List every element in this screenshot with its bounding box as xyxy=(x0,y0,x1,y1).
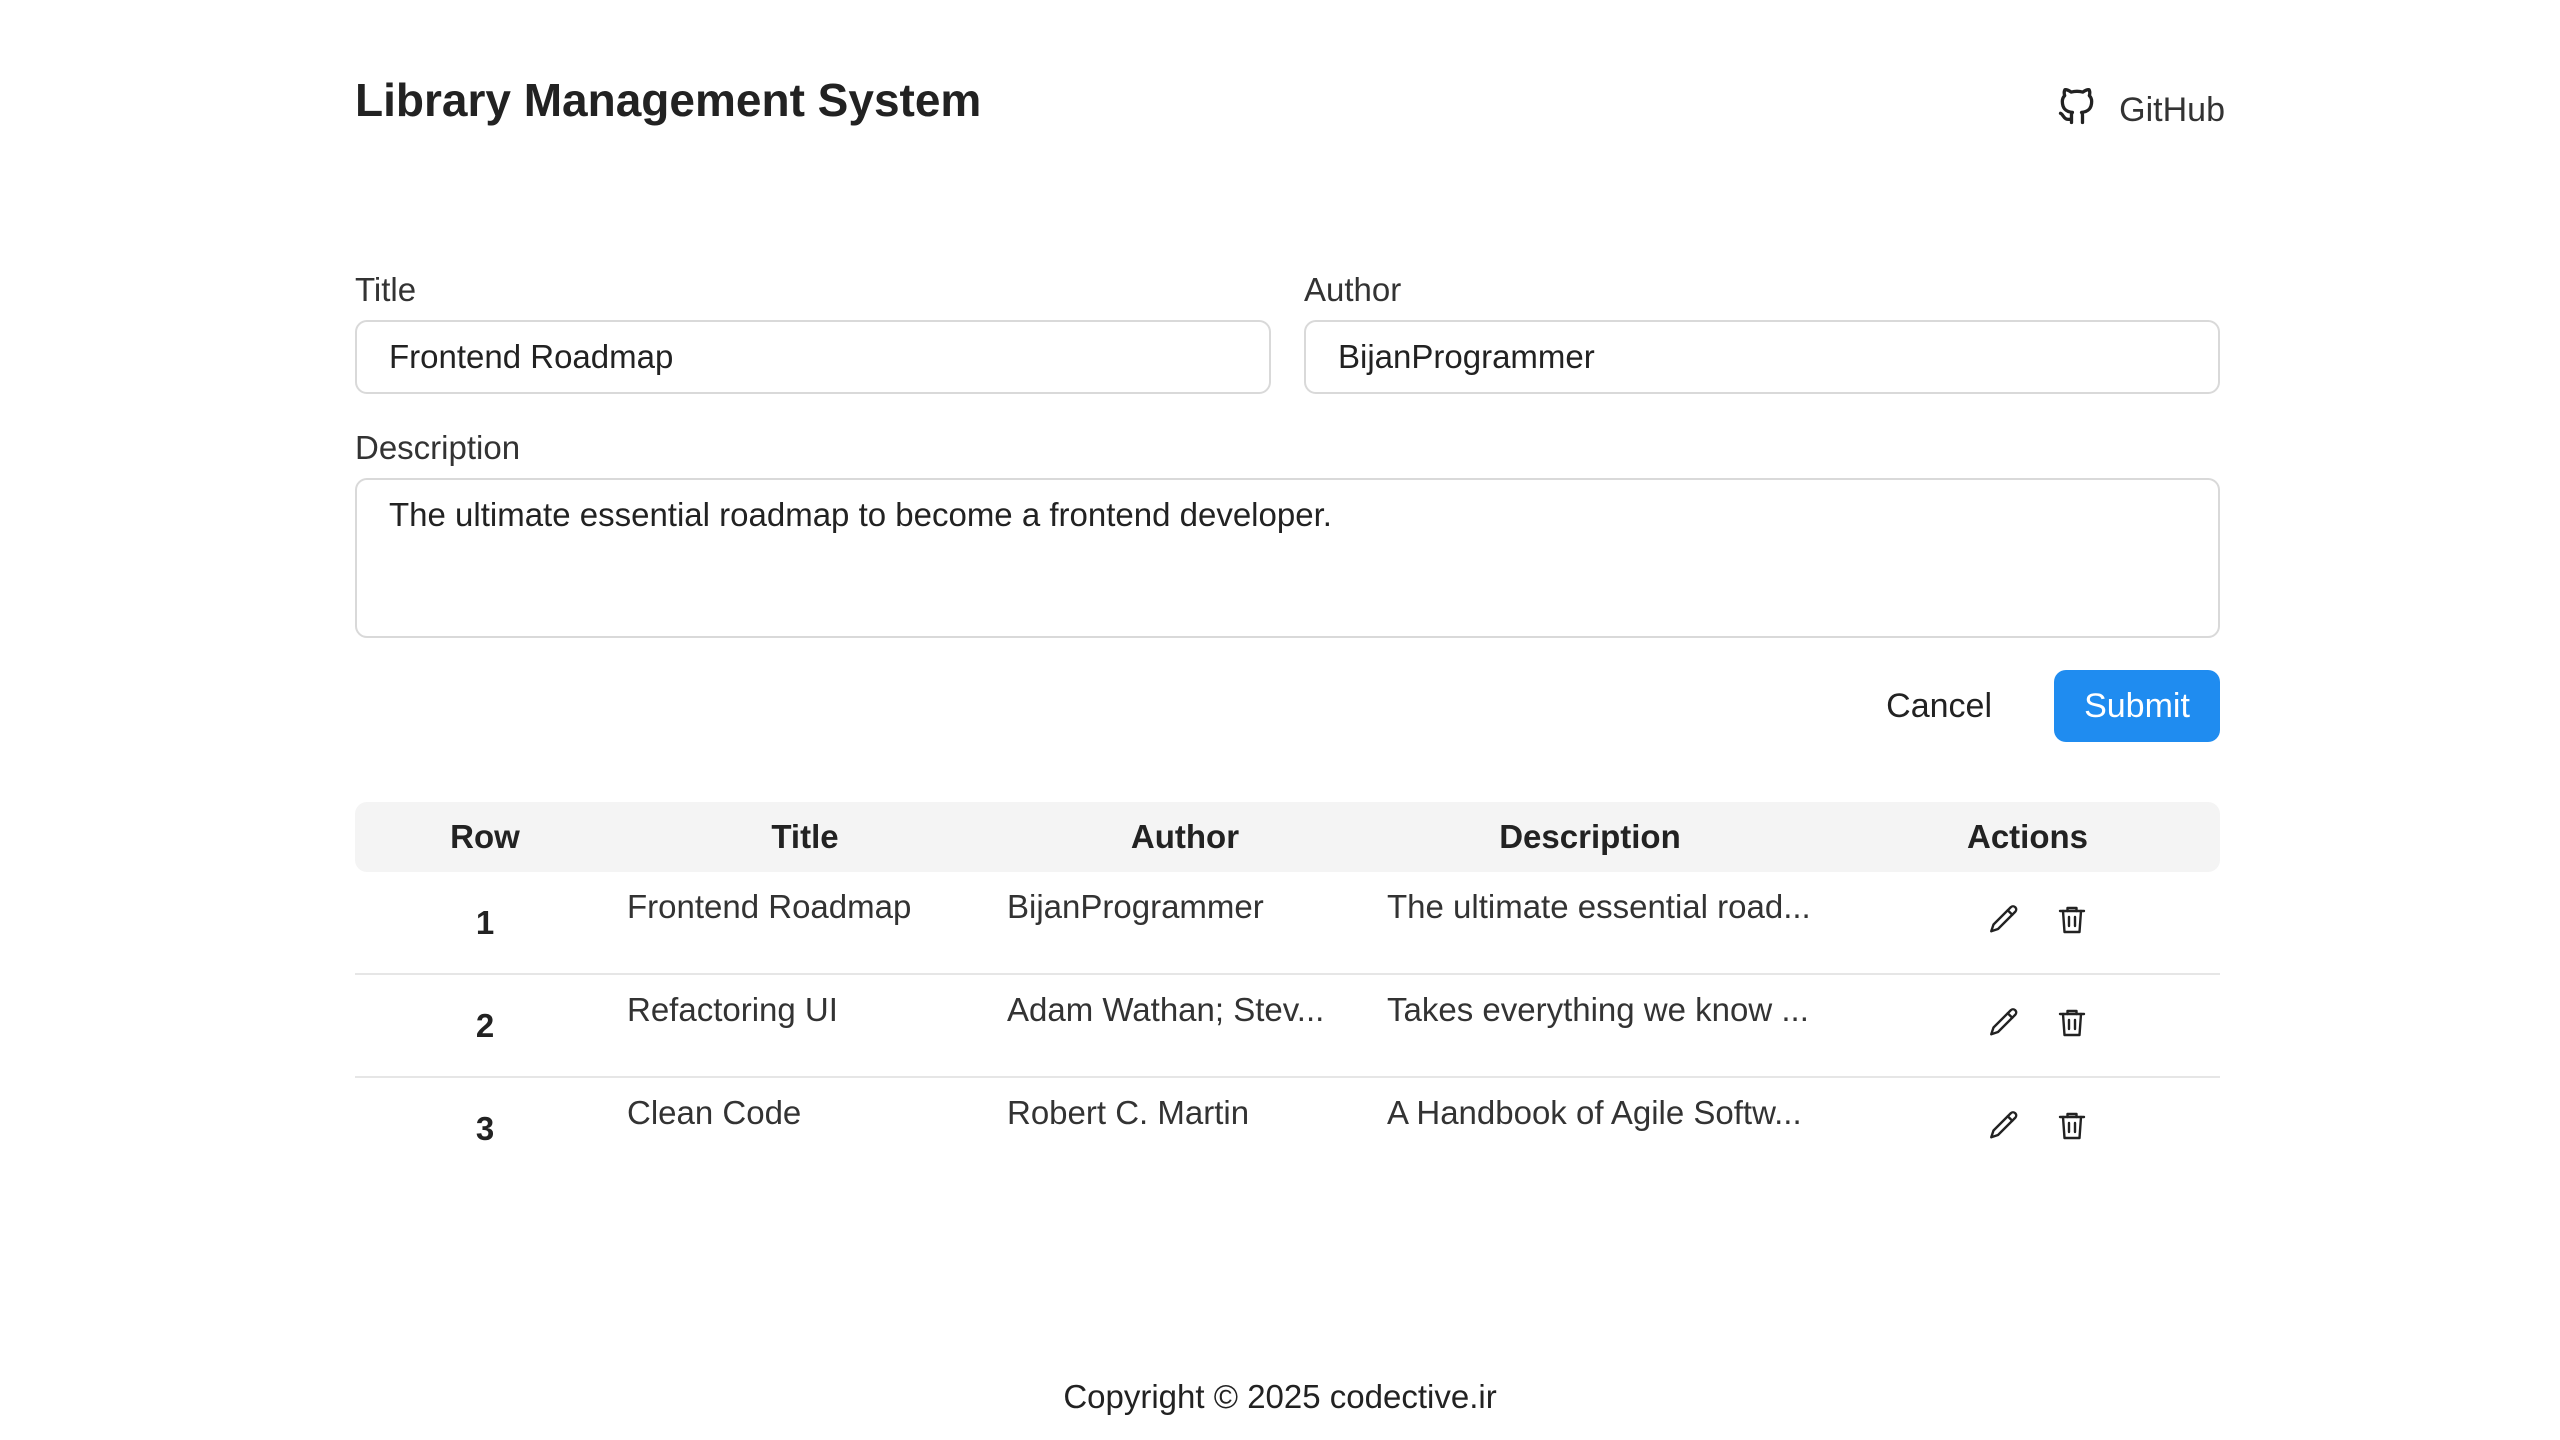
github-label: GitHub xyxy=(2119,90,2225,129)
row-description: Takes everything we know ... xyxy=(1387,991,1809,1028)
footer: Copyright © 2025 codective.ir xyxy=(0,1378,2560,1416)
row-actions xyxy=(1835,975,2220,1076)
pencil-icon[interactable] xyxy=(1986,1108,2022,1144)
header-actions: Actions xyxy=(1966,818,2088,855)
submit-button[interactable]: Submit xyxy=(2054,670,2220,742)
row-actions xyxy=(1835,872,2220,973)
copyright-text: Copyright © 2025 codective.ir xyxy=(1063,1378,1497,1415)
github-link[interactable]: GitHub xyxy=(2055,64,2225,137)
description-label: Description xyxy=(355,429,521,466)
table-row: 2 Refactoring UI Adam Wathan; Stev... Ta… xyxy=(355,975,2220,1078)
row-title: Clean Code xyxy=(627,1094,802,1131)
row-number: 2 xyxy=(475,1007,495,1044)
header: Library Management System GitHub xyxy=(355,60,2225,140)
author-label: Author xyxy=(1304,271,1402,308)
app-title: Library Management System xyxy=(355,74,982,126)
title-input[interactable]: Frontend Roadmap xyxy=(355,320,1271,394)
row-title: Frontend Roadmap xyxy=(627,888,912,925)
page: Library Management System GitHub Title F… xyxy=(0,0,2560,1440)
header-description: Description xyxy=(1499,818,1681,855)
title-label: Title xyxy=(355,271,417,308)
row-author: BijanProgrammer xyxy=(1007,888,1264,925)
row-description: The ultimate essential road... xyxy=(1387,888,1811,925)
trash-icon[interactable] xyxy=(2054,902,2090,938)
row-number: 1 xyxy=(475,904,495,941)
book-form: Title Frontend Roadmap Author BijanProgr… xyxy=(355,270,2220,742)
table-header: Row Title Author Description Actions xyxy=(355,802,2220,872)
description-textarea[interactable]: The ultimate essential roadmap to become… xyxy=(355,478,2220,638)
form-actions: Cancel Submit xyxy=(355,670,2220,742)
row-number: 3 xyxy=(475,1110,495,1147)
description-field-group: Description The ultimate essential roadm… xyxy=(355,428,2220,638)
github-icon xyxy=(2055,84,2099,137)
trash-icon[interactable] xyxy=(2054,1005,2090,1041)
books-table: Row Title Author Description Actions 1 F… xyxy=(355,802,2220,1181)
trash-icon[interactable] xyxy=(2054,1108,2090,1144)
row-description: A Handbook of Agile Softw... xyxy=(1387,1094,1802,1131)
table-row: 3 Clean Code Robert C. Martin A Handbook… xyxy=(355,1078,2220,1181)
table-row: 1 Frontend Roadmap BijanProgrammer The u… xyxy=(355,872,2220,975)
pencil-icon[interactable] xyxy=(1986,1005,2022,1041)
cancel-button[interactable]: Cancel xyxy=(1854,670,2024,742)
row-actions xyxy=(1835,1078,2220,1181)
row-title: Refactoring UI xyxy=(627,991,838,1028)
pencil-icon[interactable] xyxy=(1986,902,2022,938)
header-row: Row xyxy=(450,818,520,855)
form-row-top: Title Frontend Roadmap Author BijanProgr… xyxy=(355,270,2220,394)
header-author: Author xyxy=(1130,818,1240,855)
header-title: Title xyxy=(771,818,839,855)
author-input[interactable]: BijanProgrammer xyxy=(1304,320,2220,394)
row-author: Robert C. Martin xyxy=(1007,1094,1250,1131)
author-field-group: Author BijanProgrammer xyxy=(1304,270,2220,394)
title-field-group: Title Frontend Roadmap xyxy=(355,270,1271,394)
row-author: Adam Wathan; Stev... xyxy=(1007,991,1325,1028)
